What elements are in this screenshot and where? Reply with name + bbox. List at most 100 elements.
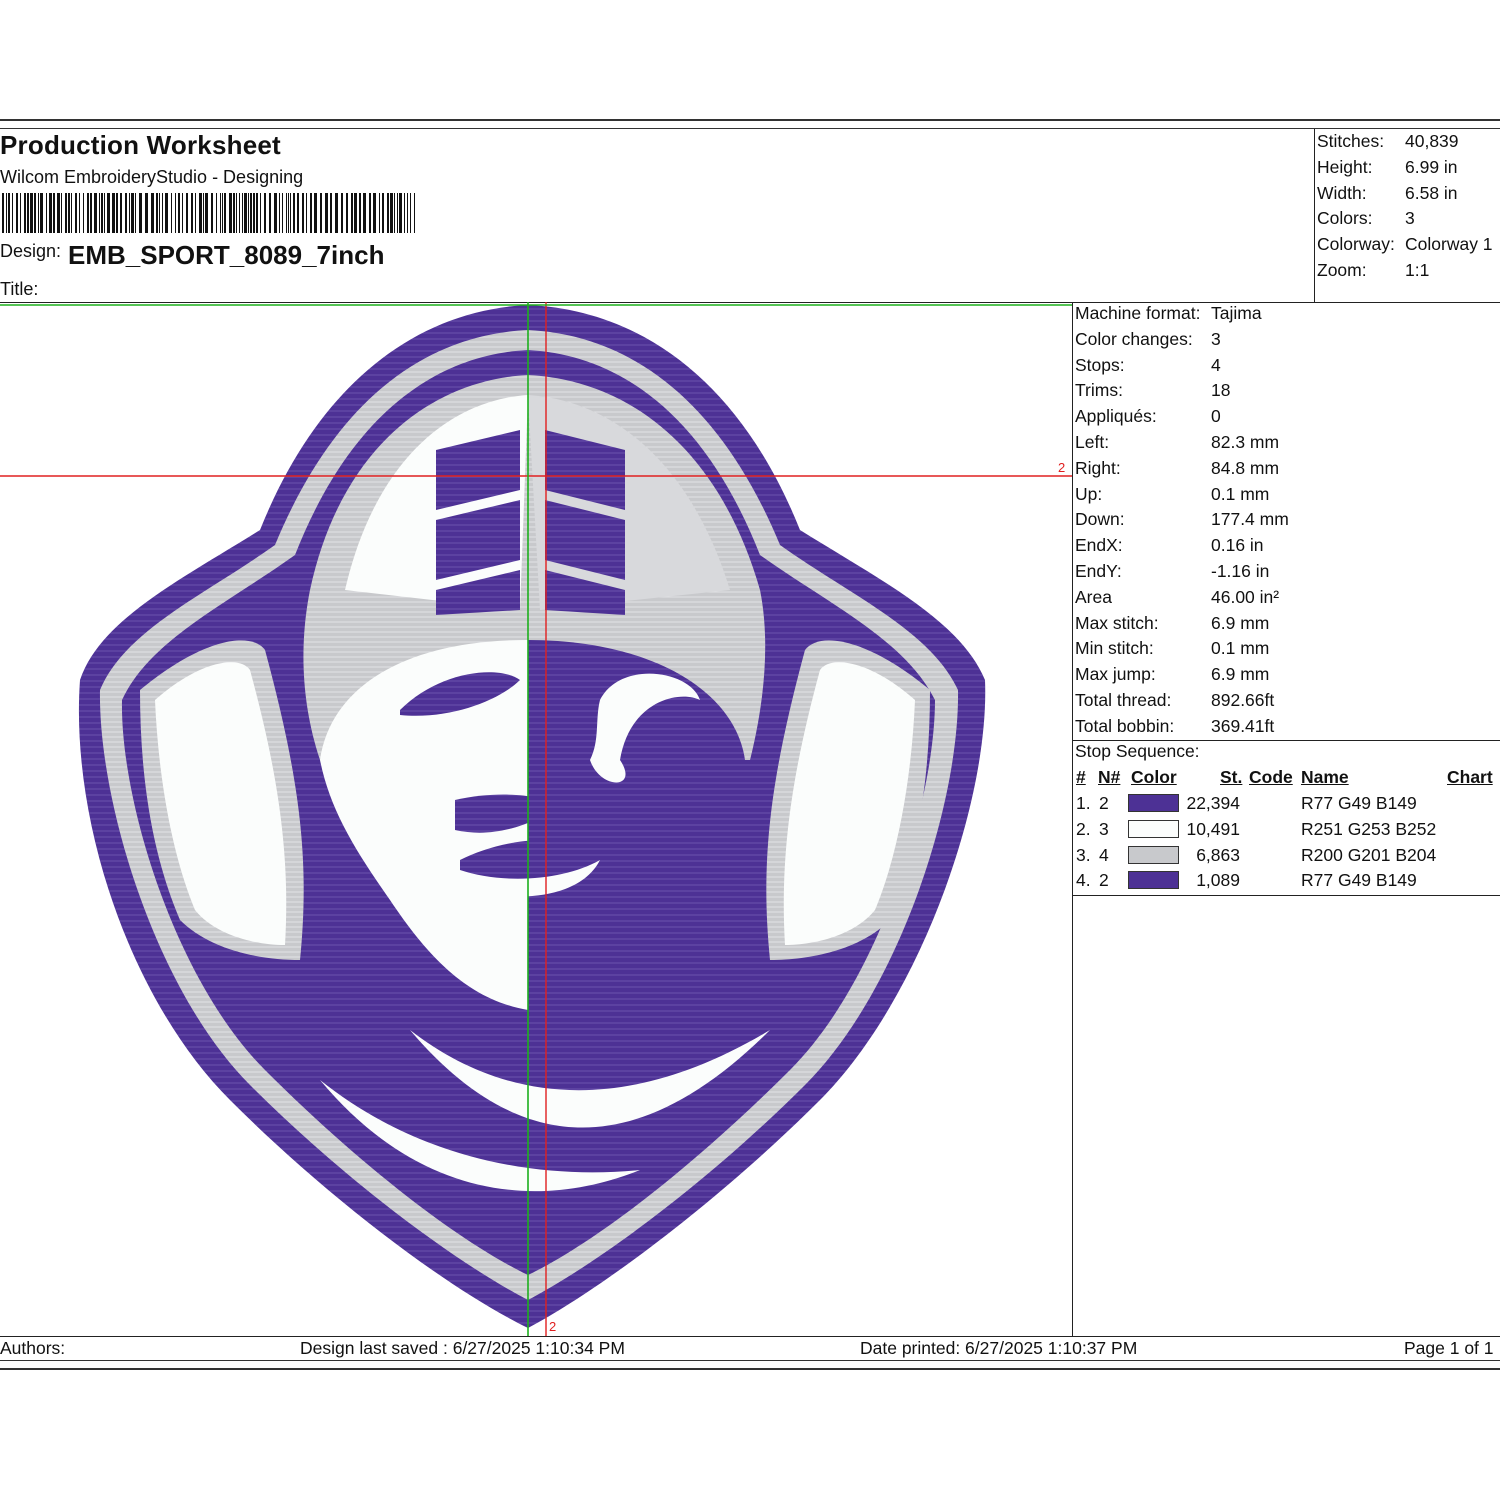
col-stitches: St. <box>1220 767 1243 787</box>
machine-key: Trims: <box>1075 380 1123 401</box>
embroidery-design: 2 2 <box>0 302 1072 1336</box>
col-chart: Chart <box>1447 767 1493 787</box>
row-stitches: 10,491 <box>1186 818 1240 839</box>
machine-key: Max jump: <box>1075 664 1156 685</box>
table-row: 1. 2 22,394 R77 G49 B149 <box>1075 791 1500 817</box>
machine-key: Min stitch: <box>1075 638 1154 659</box>
machine-value: 177.4 mm <box>1211 509 1289 530</box>
bottom-rule <box>0 1368 1500 1370</box>
stop-sequence-title: Stop Sequence: <box>1075 741 1200 761</box>
row-stitches: 1,089 <box>1196 870 1240 891</box>
footer-divider <box>0 1336 1500 1337</box>
worksheet-title: Production Worksheet <box>0 130 281 160</box>
stat-value: 6.58 in <box>1405 182 1458 203</box>
machine-row: Trims: 18 <box>1075 378 1289 404</box>
machine-value: 82.3 mm <box>1211 431 1280 452</box>
stat-row: Zoom: 1:1 <box>1317 258 1493 284</box>
machine-value: 3 <box>1211 328 1221 349</box>
machine-key: Total bobbin: <box>1075 715 1175 736</box>
stat-value: 1:1 <box>1405 259 1430 280</box>
row-color-name: R251 G253 B252 <box>1301 818 1437 839</box>
machine-row: EndY: -1.16 in <box>1075 559 1289 585</box>
stat-value: 40,839 <box>1405 131 1459 151</box>
barcode <box>2 193 415 233</box>
machine-value: -1.16 in <box>1211 560 1270 581</box>
machine-key: Right: <box>1075 457 1121 478</box>
machine-key: Up: <box>1075 483 1103 504</box>
machine-row: Total thread: 892.66ft <box>1075 688 1289 714</box>
design-label: Design: <box>0 241 62 261</box>
panel-divider <box>1072 302 1073 1336</box>
machine-row: Appliqués: 0 <box>1075 404 1289 430</box>
col-name: Name <box>1301 767 1349 787</box>
title-label: Title: <box>0 279 39 299</box>
machine-value: 6.9 mm <box>1211 664 1270 685</box>
machine-value: Tajima <box>1211 303 1262 323</box>
stat-row: Width: 6.58 in <box>1317 181 1493 207</box>
machine-value: 0.1 mm <box>1211 638 1270 659</box>
stat-value: 3 <box>1405 208 1415 229</box>
machine-key: Appliqués: <box>1075 406 1157 427</box>
machine-row: Color changes: 3 <box>1075 327 1289 353</box>
row-needle: 2 <box>1099 870 1109 891</box>
machine-row: EndX: 0.16 in <box>1075 533 1289 559</box>
stat-row: Colorway: Colorway 1 <box>1317 232 1493 258</box>
stat-row: Height: 6.99 in <box>1317 155 1493 181</box>
col-code: Code <box>1249 767 1293 787</box>
summary-divider <box>1314 129 1315 302</box>
row-num: 3. <box>1076 844 1091 865</box>
top-rule-thin <box>0 128 1500 129</box>
design-name: EMB_SPORT_8089_7inch <box>68 240 385 270</box>
stat-key: Zoom: <box>1317 259 1367 280</box>
row-num: 1. <box>1076 793 1091 813</box>
stat-key: Colorway: <box>1317 234 1395 255</box>
machine-key: EndX: <box>1075 535 1123 556</box>
row-color-name: R200 G201 B204 <box>1301 844 1437 865</box>
machine-row: Max jump: 6.9 mm <box>1075 662 1289 688</box>
machine-row: Max stitch: 6.9 mm <box>1075 611 1289 637</box>
machine-value: 369.41ft <box>1211 715 1275 736</box>
col-needle: N# <box>1098 767 1121 787</box>
machine-value: 892.66ft <box>1211 689 1275 710</box>
machine-key: Down: <box>1075 509 1125 530</box>
row-stitches: 6,863 <box>1196 844 1240 865</box>
stat-key: Height: <box>1317 156 1373 177</box>
machine-row: Min stitch: 0.1 mm <box>1075 636 1289 662</box>
top-rule <box>0 119 1500 121</box>
stop-sequence-header: # N# Color St. Code Name Chart <box>1075 767 1500 789</box>
machine-row: Area 46.00 in² <box>1075 585 1289 611</box>
machine-value: 4 <box>1211 354 1221 375</box>
table-divider <box>1072 895 1500 896</box>
footer-date-printed: Date printed: 6/27/2025 1:10:37 PM <box>860 1338 1138 1358</box>
table-row: 3. 4 6,863 R200 G201 B204 <box>1075 843 1500 869</box>
stat-key: Width: <box>1317 182 1367 203</box>
stat-value: 6.99 in <box>1405 156 1458 177</box>
guide-marker-right: 2 <box>1058 460 1065 475</box>
machine-key: EndY: <box>1075 560 1122 581</box>
machine-key: Total thread: <box>1075 689 1172 710</box>
design-preview: 2 2 <box>0 302 1072 1336</box>
machine-value: 0 <box>1211 406 1221 427</box>
machine-key: Machine format: <box>1075 303 1201 323</box>
row-needle: 2 <box>1099 793 1109 813</box>
row-stitches: 22,394 <box>1186 793 1240 813</box>
machine-value: 6.9 mm <box>1211 612 1270 633</box>
machine-key: Color changes: <box>1075 328 1193 349</box>
footer-last-saved: Design last saved : 6/27/2025 1:10:34 PM <box>300 1338 625 1358</box>
machine-value: 0.1 mm <box>1211 483 1270 504</box>
machine-key: Left: <box>1075 431 1110 452</box>
stat-value: Colorway 1 <box>1405 234 1493 255</box>
machine-row: Left: 82.3 mm <box>1075 430 1289 456</box>
footer-page: Page 1 of 1 <box>1404 1338 1494 1358</box>
color-swatch <box>1128 819 1179 838</box>
machine-value: 46.00 in² <box>1211 586 1280 607</box>
stat-key: Stitches: <box>1317 131 1385 151</box>
color-swatch <box>1128 794 1179 812</box>
machine-key: Area <box>1075 586 1112 607</box>
row-num: 2. <box>1076 818 1091 839</box>
machine-row: Total bobbin: 369.41ft <box>1075 714 1289 740</box>
footer-authors: Authors: <box>0 1338 66 1358</box>
color-swatch <box>1128 871 1179 890</box>
row-needle: 3 <box>1099 818 1109 839</box>
row-color-name: R77 G49 B149 <box>1301 870 1417 891</box>
